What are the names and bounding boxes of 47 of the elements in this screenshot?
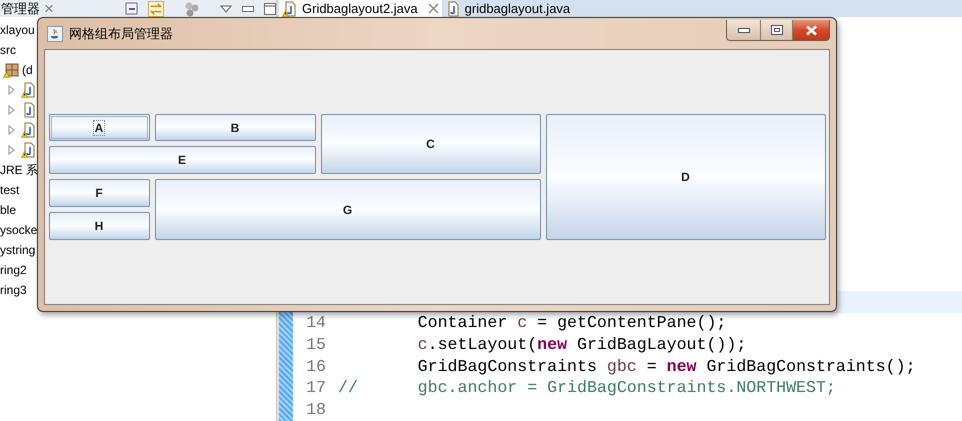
balls-icon[interactable] xyxy=(184,0,200,16)
grid-button[interactable]: C xyxy=(320,114,540,174)
code-line: Container c = getContentPane(); xyxy=(416,312,726,334)
line-number: 16 xyxy=(305,356,326,378)
close-icon[interactable] xyxy=(45,3,53,14)
minimize-icon xyxy=(738,28,750,32)
link-arrows-icon[interactable] xyxy=(148,0,164,16)
grid-button[interactable]: G xyxy=(154,179,540,240)
window-title: 网格组布局管理器 xyxy=(69,24,173,43)
grid-button[interactable]: A xyxy=(48,114,150,141)
maximize-icon xyxy=(770,25,782,35)
minimize-button[interactable] xyxy=(727,20,761,40)
tree-item-label[interactable]: JRE 系 xyxy=(0,161,38,179)
grid-button[interactable]: H xyxy=(48,212,150,240)
tree-item-label[interactable]: ystring xyxy=(0,241,36,259)
line-number: 17 xyxy=(305,377,326,400)
grid-button[interactable]: B xyxy=(154,114,316,141)
close-icon[interactable] xyxy=(428,3,439,14)
code-line: c.setLayout(new GridBagLayout()); xyxy=(416,334,746,356)
grid-button[interactable]: D xyxy=(546,114,826,240)
code-line: // gbc.anchor = GridBagConstraints.NORTHWEST; xyxy=(338,377,836,400)
tree-item-label[interactable]: ysocke xyxy=(0,221,38,239)
tree-item-label[interactable]: xlayou xyxy=(0,21,35,39)
tree-item-label[interactable]: (d xyxy=(22,61,33,79)
maximize-icon[interactable] xyxy=(264,2,276,14)
collapse-all-icon[interactable] xyxy=(125,2,138,15)
java-cup-icon xyxy=(47,26,63,42)
maximize-button[interactable] xyxy=(761,20,793,40)
close-button[interactable] xyxy=(793,20,829,40)
close-icon xyxy=(804,24,818,36)
line-number: 15 xyxy=(305,334,326,356)
grid-button[interactable]: F xyxy=(48,179,150,207)
view-tab[interactable]: 管理器 xyxy=(0,0,40,18)
tree-item-label[interactable]: src xyxy=(0,41,16,59)
tree-item-label[interactable]: ring3 xyxy=(0,281,27,299)
line-number: 14 xyxy=(305,312,326,334)
tree-item-label[interactable]: ble xyxy=(0,201,16,219)
code-line: GridBagConstraints gbc = new GridBagConstraints(); xyxy=(416,356,916,378)
editor-tab[interactable]: Gridbaglayout2.java xyxy=(279,0,442,17)
line-number: 18 xyxy=(305,398,326,421)
editor-tab[interactable]: gridbaglayout.java xyxy=(442,0,574,17)
dropdown-triangle-icon[interactable] xyxy=(220,4,232,12)
minimize-icon[interactable] xyxy=(242,6,254,12)
package-icon xyxy=(3,62,19,78)
tree-item-label[interactable]: ring2 xyxy=(0,261,27,279)
tree-item-label[interactable]: test xyxy=(0,181,20,199)
grid-button[interactable]: E xyxy=(48,146,316,174)
